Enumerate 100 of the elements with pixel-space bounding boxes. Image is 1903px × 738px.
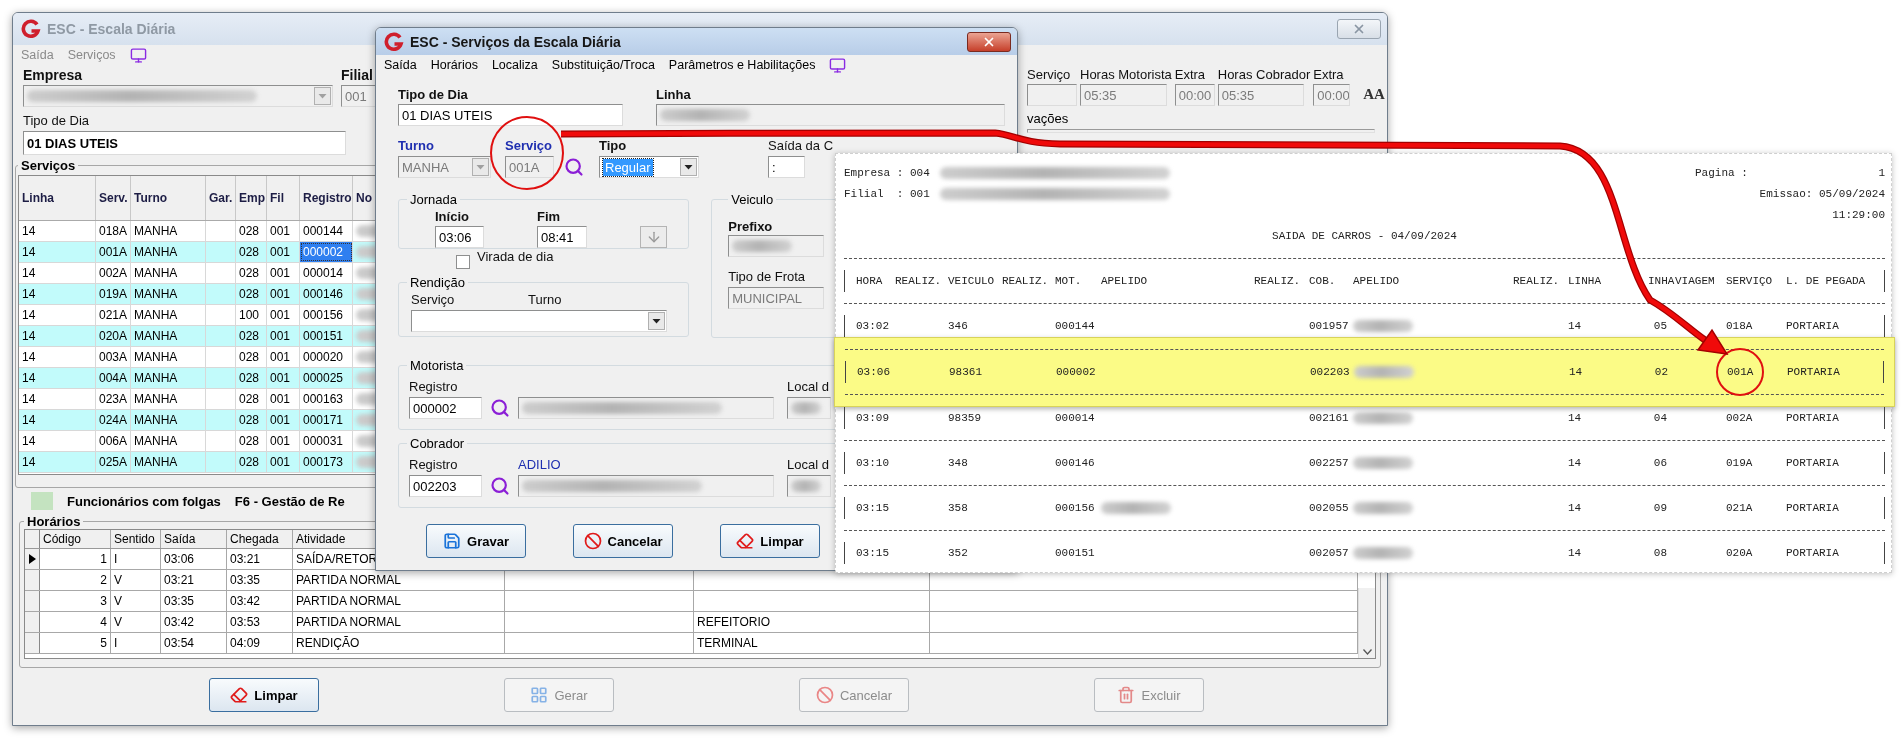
- group-title: Veiculo: [730, 192, 775, 207]
- report-cell-text: 001A: [1727, 366, 1755, 378]
- table-cell: 028: [236, 221, 267, 241]
- table-cell: 024A: [96, 410, 131, 430]
- field-label: Horas Cobrador: [1217, 67, 1311, 83]
- table-cell: MANHA: [131, 347, 206, 367]
- report-cell-text: 000144: [1055, 320, 1096, 332]
- table-cell: 14: [19, 389, 96, 409]
- field-label: Linha: [656, 87, 691, 103]
- report-cell-text: 08: [1653, 547, 1668, 559]
- table-cell: 3: [40, 591, 111, 611]
- report-cell-text: 000002: [1056, 366, 1097, 378]
- table-cell: 001: [267, 326, 300, 346]
- report-cell-text: 352: [948, 547, 969, 559]
- report-cell-text: 98361: [949, 366, 983, 378]
- field-label: Extra: [1174, 67, 1206, 83]
- table-cell: MANHA: [131, 221, 206, 241]
- column-header: REALIZ.: [1254, 275, 1302, 287]
- report-text: 1: [1878, 166, 1885, 179]
- column-header: LINHA: [1568, 275, 1602, 287]
- report-cell-text: 14: [1569, 366, 1584, 378]
- table-cell: 028: [236, 368, 267, 388]
- table-cell: 028: [236, 284, 267, 304]
- column-header: COB.: [1309, 275, 1337, 287]
- report-cell-text: 002055: [1309, 502, 1350, 514]
- report-cell-text: 03:15: [856, 502, 890, 514]
- table-cell: I: [111, 633, 161, 653]
- table-cell: 000173: [300, 452, 353, 472]
- field-label: Serviço: [411, 292, 455, 308]
- window-title: ESC - Escala Diária: [47, 21, 176, 37]
- report-text: Emissao: 05/09/2024: [1759, 187, 1885, 200]
- table-cell: 03:21: [227, 549, 293, 569]
- report-cell-text: 03:09: [856, 412, 890, 424]
- column-header: REALIZ.: [1002, 275, 1050, 287]
- table-cell: 000025: [300, 368, 353, 388]
- report-cell-text: PORTARIA: [1786, 412, 1840, 424]
- table-cell: V: [111, 612, 161, 632]
- report-cell-text: 020A: [1726, 547, 1754, 559]
- table-cell: MANHA: [131, 242, 206, 262]
- table-cell: 5: [40, 633, 111, 653]
- table-cell: RENDIÇÃO: [293, 633, 505, 653]
- column-header: HORA: [856, 275, 884, 287]
- table-cell: 2: [40, 570, 111, 590]
- table-cell: 1: [40, 549, 111, 569]
- report-cell-text: 06: [1653, 457, 1668, 469]
- field-label: Filial: [341, 67, 373, 83]
- table-cell: 14: [19, 305, 96, 325]
- report-cell-text: 14: [1568, 412, 1583, 424]
- table-cell: 14: [19, 431, 96, 451]
- field-label: Registro: [409, 457, 458, 473]
- table-cell: 019A: [96, 284, 131, 304]
- table-cell: 004A: [96, 368, 131, 388]
- group-title: Motorista: [409, 358, 465, 373]
- report-cell-text: 019A: [1726, 457, 1754, 469]
- table-cell: 03:21: [161, 570, 227, 590]
- table-cell: 03:42: [227, 591, 293, 611]
- report-cell-text: 98359: [948, 412, 982, 424]
- table-cell: 03:35: [161, 591, 227, 611]
- report-cell-text: PORTARIA: [1786, 547, 1840, 559]
- column-header: APELIDO: [1101, 275, 1149, 287]
- field-label: vações: [1027, 111, 1069, 126]
- table-cell: 028: [236, 242, 267, 262]
- table-cell: 001: [267, 284, 300, 304]
- field-label: Tipo de Dia: [23, 113, 89, 128]
- table-cell: 001A: [96, 242, 131, 262]
- report-cell-text: 000151: [1055, 547, 1096, 559]
- report-text: 11:29:00: [1832, 208, 1885, 221]
- table-cell: 000031: [300, 431, 353, 451]
- table-cell: 028: [236, 347, 267, 367]
- report-cell-text: 358: [948, 502, 969, 514]
- report-cell-text: 03:06: [857, 366, 891, 378]
- table-cell: 14: [19, 263, 96, 283]
- table-cell: 14: [19, 326, 96, 346]
- table-cell: 000163: [300, 389, 353, 409]
- field-label: Empresa: [23, 67, 83, 83]
- table-cell: TERMINAL: [694, 633, 930, 653]
- report-cell-text: 000014: [1055, 412, 1096, 424]
- shortcut-hint: F6 - Gestão de Re: [234, 493, 345, 509]
- table-cell: 002A: [96, 263, 131, 283]
- table-cell: 000151: [300, 326, 353, 346]
- table-cell: 000144: [300, 221, 353, 241]
- table-cell: V: [111, 570, 161, 590]
- table-cell: MANHA: [131, 431, 206, 451]
- field-label: Início: [435, 209, 469, 225]
- table-cell: I: [111, 549, 161, 569]
- table-cell: 03:42: [161, 612, 227, 632]
- table-cell: 001: [267, 263, 300, 283]
- report-cell-text: 09: [1653, 502, 1668, 514]
- column-header: APELIDO: [1353, 275, 1401, 287]
- table-cell: MANHA: [131, 326, 206, 346]
- table-cell: 006A: [96, 431, 131, 451]
- field-label: Turno: [528, 292, 562, 308]
- group-title: Rendição: [409, 275, 466, 290]
- table-cell: 028: [236, 410, 267, 430]
- group-title: Serviços: [20, 158, 77, 173]
- field-label: Tipo de Frota: [728, 269, 806, 285]
- field-label: Serviço: [505, 138, 552, 154]
- report-cell-text: 14: [1568, 547, 1583, 559]
- field-label: Registro: [409, 379, 458, 395]
- report-cell-text: PORTARIA: [1787, 366, 1841, 378]
